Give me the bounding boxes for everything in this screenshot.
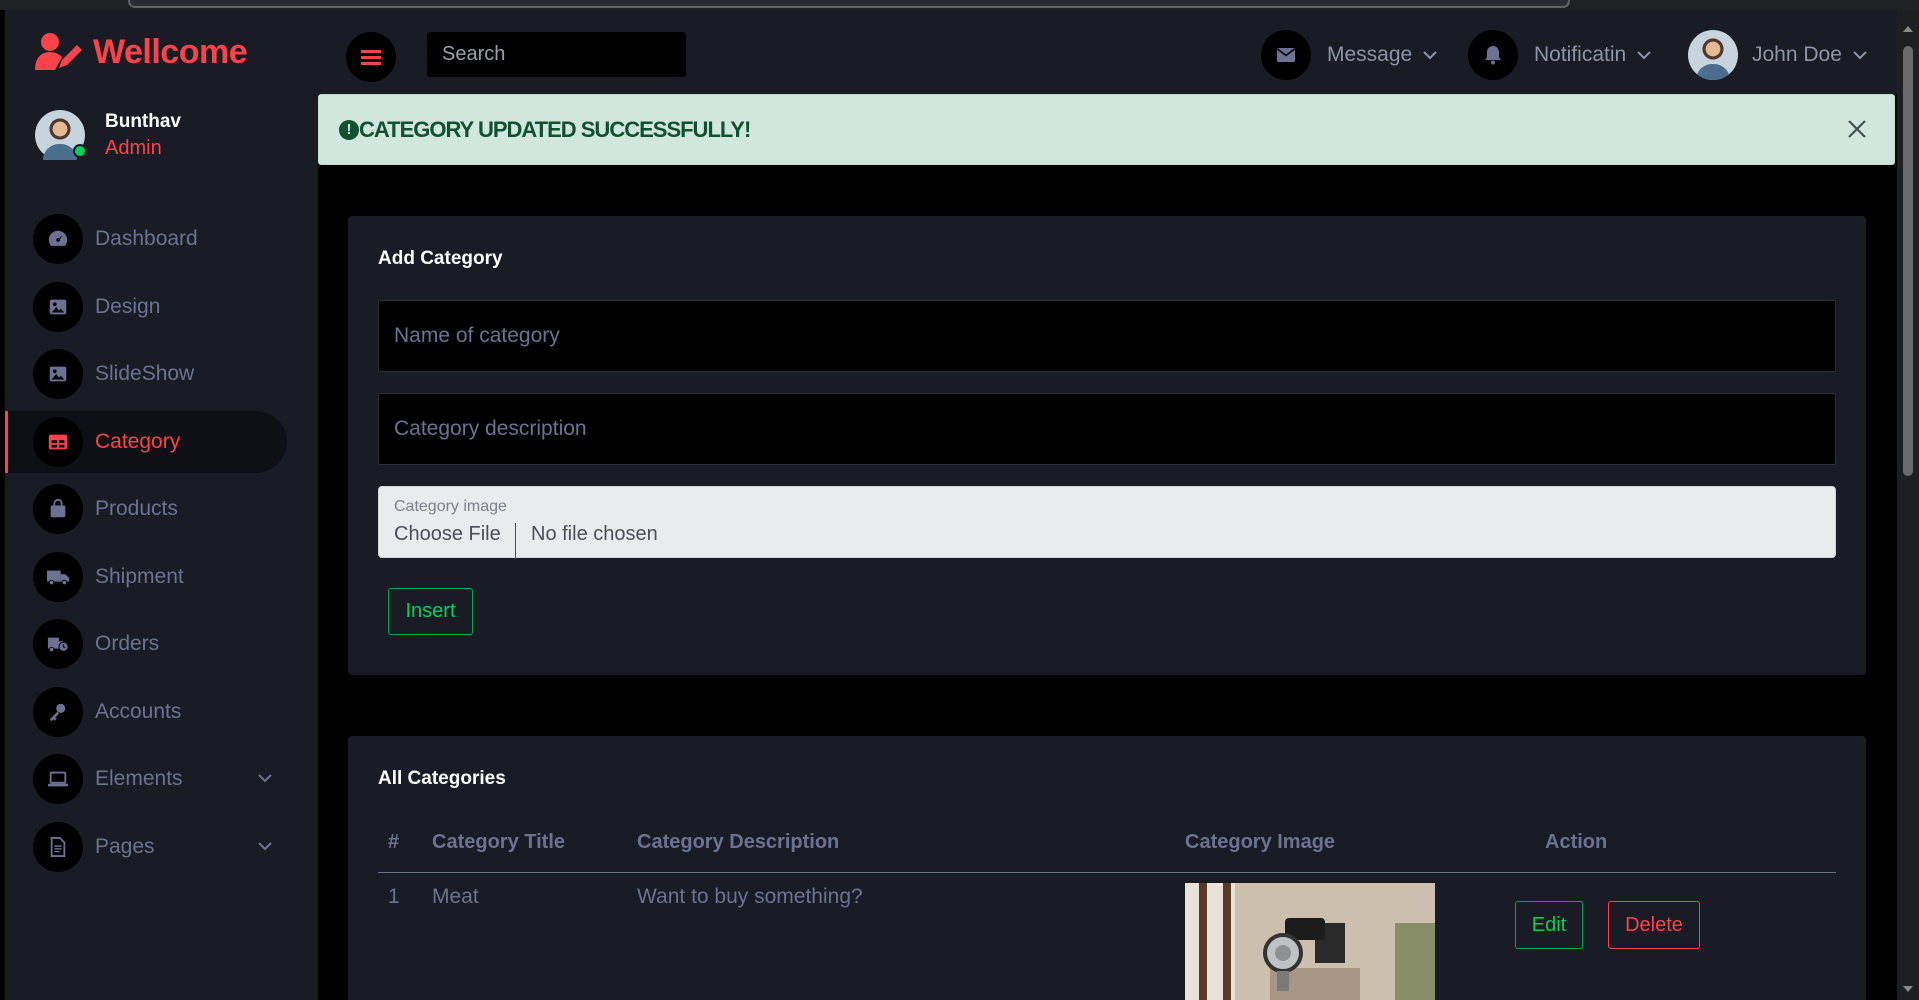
sidebar-item-label: Shipment	[95, 564, 184, 588]
table-row: 1 Meat Want to buy something? Edit Delet…	[378, 873, 1836, 1000]
sidebar-item-label: Pages	[95, 834, 155, 858]
sidebar-item-label: SlideShow	[95, 362, 195, 385]
category-name-input[interactable]	[378, 300, 1836, 372]
chevron-down-icon	[1853, 51, 1867, 60]
message-label: Message	[1327, 43, 1413, 66]
scroll-up-arrow-icon[interactable]	[1903, 26, 1913, 32]
all-categories-card: All Categories # Category Title Category…	[348, 736, 1866, 1000]
image-icon	[33, 349, 83, 399]
key-icon	[33, 686, 83, 737]
close-icon[interactable]	[1840, 112, 1874, 146]
column-header: Category Description	[637, 831, 840, 853]
sidebar-item-label: Design	[95, 294, 161, 318]
profile-role: Admin	[105, 136, 162, 159]
table-header: # Category Title Category Description Ca…	[378, 831, 1836, 873]
online-status-dot	[73, 144, 87, 158]
sidebar-item-design[interactable]: Design	[5, 276, 318, 338]
sidebar-item-dashboard[interactable]: Dashboard	[5, 208, 318, 270]
browser-chrome	[0, 0, 1919, 10]
notification-dropdown[interactable]: Notificatin	[1468, 30, 1652, 80]
exclamation-circle-icon: !	[339, 119, 359, 140]
profile-name: Bunthav	[105, 110, 181, 132]
sidebar-item-accounts[interactable]: Accounts	[5, 681, 318, 743]
table-icon	[33, 416, 83, 467]
sidebar: Wellcome Bunthav Admin Dashboard Design …	[5, 10, 318, 1000]
choose-file-button[interactable]: Choose File	[394, 523, 516, 559]
image-icon	[33, 281, 83, 332]
sidebar-item-shipment[interactable]: Shipment	[5, 546, 318, 608]
sidebar-nav: Dashboard Design SlideShow Category Prod…	[5, 208, 318, 883]
bell-icon	[1468, 30, 1518, 80]
sidebar-item-products[interactable]: Products	[5, 478, 318, 540]
search-input[interactable]	[427, 32, 686, 77]
app-root: Wellcome Bunthav Admin Dashboard Design …	[0, 0, 1919, 1000]
chevron-down-icon	[258, 841, 272, 850]
category-thumbnail	[1185, 883, 1435, 1000]
category-image-file-input[interactable]: Category image Choose File No file chose…	[378, 486, 1836, 559]
profile: Bunthav Admin	[35, 110, 181, 160]
truck-clock-icon	[33, 619, 83, 669]
sidebar-item-label: Category	[95, 429, 181, 453]
user-name: John Doe	[1752, 43, 1842, 66]
sidebar-item-label: Products	[95, 497, 178, 520]
scroll-down-arrow-icon[interactable]	[1903, 986, 1913, 992]
laptop-icon	[33, 754, 83, 804]
top-navbar: Message Notificatin John Doe	[318, 10, 1901, 94]
profile-text: Bunthav Admin	[105, 111, 181, 160]
sidebar-item-label: Accounts	[95, 699, 182, 723]
address-bar[interactable]	[128, 0, 1570, 8]
user-avatar	[1688, 30, 1738, 80]
chevron-down-icon	[1637, 51, 1651, 60]
user-dropdown[interactable]: John Doe	[1688, 30, 1868, 80]
edit-button[interactable]: Edit	[1515, 901, 1583, 949]
file-status: No file chosen	[531, 523, 658, 545]
brand[interactable]: Wellcome	[35, 32, 248, 72]
avatar[interactable]	[35, 110, 87, 160]
column-header: Category Title	[432, 831, 565, 853]
card-title: Add Category	[378, 248, 503, 269]
page-scrollbar[interactable]	[1897, 10, 1919, 1000]
truck-icon	[33, 551, 83, 602]
column-header: Action	[1545, 831, 1608, 853]
avatar-shoulders	[43, 144, 77, 160]
hamburger-icon	[361, 50, 381, 65]
speedometer-icon	[33, 214, 83, 264]
success-alert: ! CATEGORY UPDATED SUCCESSFULLY!	[318, 94, 1895, 165]
scrollbar-thumb[interactable]	[1903, 46, 1913, 476]
sidebar-item-elements[interactable]: Elements	[5, 748, 318, 810]
hamburger-menu-button[interactable]	[346, 32, 396, 82]
delete-button[interactable]: Delete	[1608, 901, 1700, 949]
envelope-icon	[1261, 30, 1311, 80]
add-category-card: Add Category Category image Choose File …	[348, 216, 1866, 675]
sidebar-item-category[interactable]: Category	[5, 410, 287, 473]
sidebar-item-orders[interactable]: Orders	[5, 613, 318, 675]
alert-message: CATEGORY UPDATED SUCCESSFULLY!	[359, 116, 751, 142]
message-dropdown[interactable]: Message	[1261, 30, 1438, 80]
column-header: #	[388, 831, 400, 853]
sidebar-item-slideshow[interactable]: SlideShow	[5, 343, 318, 405]
chevron-down-icon	[1423, 51, 1437, 60]
sidebar-item-pages[interactable]: Pages	[5, 816, 318, 878]
sidebar-item-label: Elements	[95, 767, 183, 790]
category-description: Want to buy something?	[637, 885, 863, 908]
file-input-label: Category image	[394, 498, 507, 515]
sidebar-item-label: Dashboard	[95, 227, 198, 250]
chevron-down-icon	[258, 774, 272, 783]
card-title: All Categories	[378, 768, 506, 789]
avatar-shoulders	[1696, 64, 1730, 80]
row-index: 1	[388, 885, 400, 908]
column-header: Category Image	[1185, 831, 1336, 853]
insert-button[interactable]: Insert	[388, 588, 473, 635]
category-description-input[interactable]	[378, 393, 1836, 465]
category-image	[1185, 883, 1435, 1000]
shopping-bag-icon	[33, 484, 83, 534]
notification-label: Notificatin	[1534, 43, 1627, 66]
sidebar-item-label: Orders	[95, 632, 160, 655]
category-title: Meat	[432, 885, 479, 908]
brand-name: Wellcome	[93, 32, 248, 71]
user-edit-icon	[35, 33, 82, 70]
file-icon	[33, 821, 83, 872]
